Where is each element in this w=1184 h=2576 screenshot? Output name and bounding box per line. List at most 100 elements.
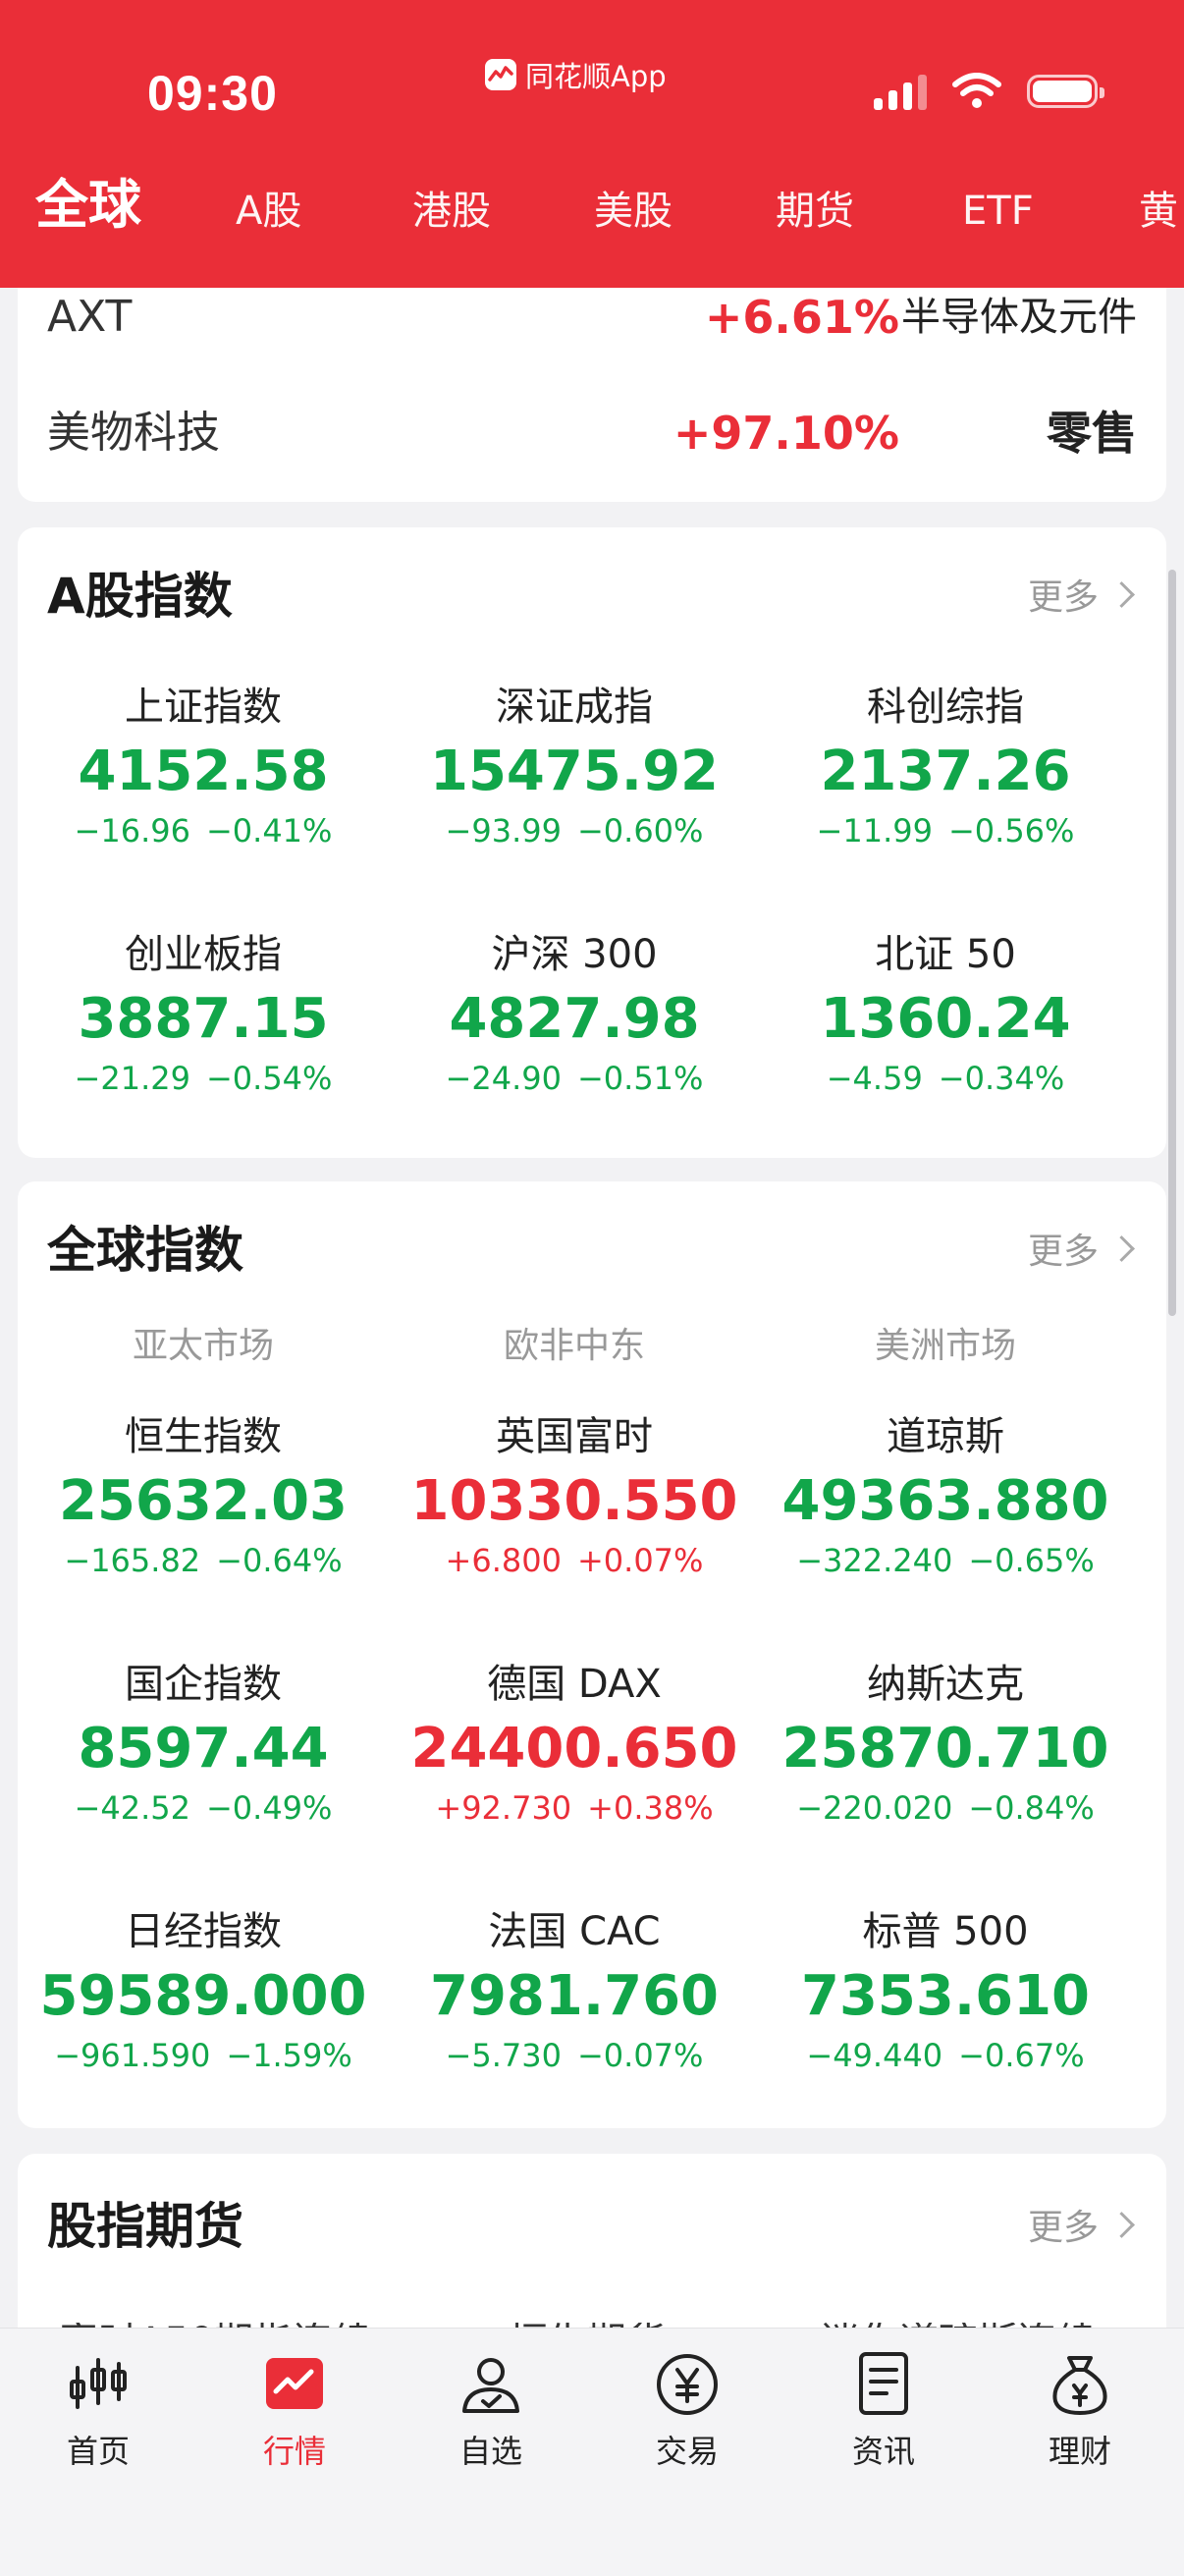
tab-global[interactable]: 全球 — [35, 177, 141, 240]
index-change: −93.99 — [445, 812, 562, 850]
stock-name[interactable]: 美物科技 — [47, 404, 220, 463]
nav-watchlist[interactable]: 自选 — [393, 2350, 589, 2472]
status-icons — [874, 73, 1104, 110]
index-pct: −0.67% — [958, 2037, 1085, 2074]
index-pct: −0.84% — [968, 1789, 1095, 1827]
chevron-right-icon — [1108, 2211, 1135, 2238]
nav-trade[interactable]: 交易 — [589, 2350, 785, 2472]
index-change: −220.020 — [796, 1789, 953, 1827]
index-cell[interactable]: 英国富时 10330.550 +6.800 +0.07% — [389, 1409, 760, 1582]
index-pct: −0.56% — [947, 812, 1075, 850]
index-cell[interactable]: 纳斯达克 25870.710 −220.020 −0.84% — [760, 1657, 1131, 1830]
stock-name[interactable]: AXT — [47, 288, 132, 347]
index-change: −961.590 — [54, 2037, 211, 2074]
index-cell[interactable]: 沪深 300 4827.98 −24.90 −0.51% — [389, 927, 760, 1100]
index-cell[interactable]: 法国 CAC 7981.760 −5.730 −0.07% — [389, 1904, 760, 2077]
index-name: 深证成指 — [496, 685, 653, 730]
index-value: 59589.000 — [39, 1964, 367, 2028]
index-name: 科创综指 — [867, 685, 1024, 730]
more-link[interactable]: 更多 — [1028, 2199, 1135, 2250]
index-value: 8597.44 — [78, 1717, 329, 1781]
nav-label: 交易 — [655, 2433, 719, 2470]
index-change: −49.440 — [806, 2037, 943, 2074]
index-name: 标普 500 — [862, 1909, 1029, 1954]
nav-wealth[interactable]: 理财 — [982, 2350, 1178, 2472]
index-value: 10330.550 — [410, 1469, 738, 1533]
index-value: 25632.03 — [58, 1469, 349, 1533]
index-name: 北证 50 — [875, 932, 1016, 977]
app-indicator[interactable]: 同花顺App — [484, 53, 667, 96]
index-pct: −0.64% — [216, 1542, 343, 1579]
nav-label: 自选 — [458, 2433, 522, 2470]
index-cell[interactable]: 日经指数 59589.000 −961.590 −1.59% — [18, 1904, 389, 2077]
tab-futures[interactable]: 期货 — [776, 177, 854, 246]
nav-home[interactable]: 首页 — [0, 2350, 196, 2472]
header: 09:30 同花顺App 全球 A股 港股 美股 期货 ETF 黄 — [0, 0, 1184, 288]
index-change: −11.99 — [816, 812, 933, 850]
index-change: −16.96 — [74, 812, 190, 850]
index-cell[interactable]: 上证指数 4152.58 −16.96 −0.41% — [18, 680, 389, 852]
index-cell[interactable]: 道琼斯 49363.880 −322.240 −0.65% — [760, 1409, 1131, 1582]
chevron-right-icon — [1108, 580, 1135, 608]
nav-news[interactable]: 资讯 — [785, 2350, 982, 2472]
index-cell[interactable]: 恒生指数 25632.03 −165.82 −0.64% — [18, 1409, 389, 1582]
index-value: 4152.58 — [78, 740, 329, 803]
more-link[interactable]: 更多 — [1027, 1223, 1135, 1274]
index-value: 7353.610 — [800, 1964, 1091, 2028]
index-value: 1360.24 — [820, 987, 1071, 1051]
chevron-right-icon — [1108, 1234, 1135, 1262]
nav-label: 资讯 — [851, 2433, 915, 2470]
index-value: 15475.92 — [429, 740, 720, 803]
bottom-nav: 首页 行情 自选 交易 资讯 理财 — [0, 2328, 1184, 2576]
tab-hk-stock[interactable]: 港股 — [412, 177, 491, 246]
index-name: 国企指数 — [125, 1662, 282, 1707]
index-name: 沪深 300 — [491, 932, 658, 977]
index-change: −165.82 — [64, 1542, 201, 1579]
tab-us-stock[interactable]: 美股 — [594, 177, 673, 246]
stock-change: +97.10% — [673, 407, 899, 460]
index-pct: −0.65% — [968, 1542, 1095, 1579]
region-label: 美洲市场 — [874, 1326, 1016, 1366]
tab-gold[interactable]: 黄 — [1139, 177, 1178, 246]
index-name: 道琼斯 — [887, 1414, 1004, 1459]
index-cell[interactable]: 德国 DAX 24400.650 +92.730 +0.38% — [389, 1657, 760, 1830]
global-index-card: 全球指数 更多 亚太市场 欧非中东 美洲市场 恒生指数 25632.03 −16… — [18, 1181, 1166, 2128]
index-name: 德国 DAX — [487, 1662, 662, 1707]
stock-sector: 零售 — [1047, 407, 1137, 460]
stock-sector: 半导体及元件 — [901, 295, 1137, 340]
card-title: 全球指数 — [47, 1222, 243, 1279]
chart-icon — [266, 2358, 323, 2409]
nav-label: 理财 — [1048, 2433, 1111, 2470]
index-pct: −0.49% — [205, 1789, 333, 1827]
index-value: 24400.650 — [410, 1717, 738, 1781]
scrollbar-thumb[interactable] — [1168, 570, 1176, 1316]
index-change: −4.59 — [826, 1060, 923, 1097]
index-value: 3887.15 — [78, 987, 329, 1051]
index-cell[interactable]: 深证成指 15475.92 −93.99 −0.60% — [389, 680, 760, 852]
index-pct: −0.41% — [205, 812, 333, 850]
index-value: 49363.880 — [781, 1469, 1109, 1533]
tab-a-share[interactable]: A股 — [236, 177, 301, 246]
money-bag-icon — [1052, 2356, 1107, 2415]
more-label: 更多 — [1027, 1232, 1099, 1272]
index-name: 纳斯达克 — [867, 1662, 1024, 1707]
nav-market[interactable]: 行情 — [196, 2350, 393, 2472]
index-cell[interactable]: 创业板指 3887.15 −21.29 −0.54% — [18, 927, 389, 1100]
index-name: 日经指数 — [125, 1909, 282, 1954]
nav-label: 首页 — [66, 2433, 130, 2470]
status-time: 09:30 — [147, 66, 278, 121]
app-logo-icon — [485, 59, 516, 90]
tab-etf[interactable]: ETF — [962, 177, 1034, 246]
index-cell[interactable]: 北证 50 1360.24 −4.59 −0.34% — [760, 927, 1131, 1100]
person-check-icon — [462, 2358, 519, 2413]
more-link[interactable]: 更多 — [1027, 569, 1135, 620]
index-pct: +0.38% — [587, 1789, 714, 1827]
more-label: 更多 — [1027, 577, 1099, 618]
index-cell[interactable]: 科创综指 2137.26 −11.99 −0.56% — [760, 680, 1131, 852]
index-pct: −1.59% — [226, 2037, 352, 2074]
stock-change: +6.61% — [704, 291, 899, 344]
index-cell[interactable]: 国企指数 8597.44 −42.52 −0.49% — [18, 1657, 389, 1830]
index-change: −322.240 — [796, 1542, 953, 1579]
index-name: 英国富时 — [496, 1414, 653, 1459]
index-cell[interactable]: 标普 500 7353.610 −49.440 −0.67% — [760, 1904, 1131, 2077]
